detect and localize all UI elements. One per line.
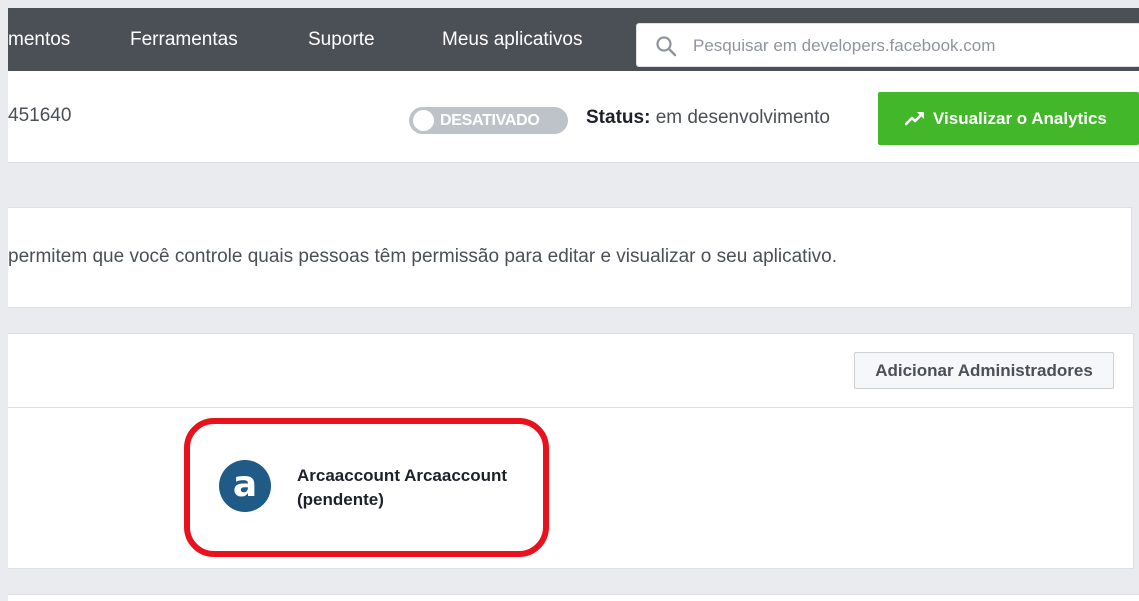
administrators-card-header: Adicionar Administradores bbox=[8, 334, 1133, 408]
add-administrators-button[interactable]: Adicionar Administradores bbox=[854, 352, 1114, 389]
app-status: Status: em desenvolvimento bbox=[586, 107, 830, 129]
nav-item-suporte[interactable]: Suporte bbox=[308, 8, 375, 71]
search-icon bbox=[656, 36, 677, 57]
view-analytics-button[interactable]: Visualizar o Analytics bbox=[878, 92, 1139, 145]
top-nav: mentos Ferramentas Suporte Meus aplicati… bbox=[8, 8, 1139, 71]
app-id: 451640 bbox=[8, 105, 72, 126]
member-status: (pendente) bbox=[297, 490, 384, 509]
view-analytics-label: Visualizar o Analytics bbox=[933, 109, 1107, 128]
app-header: 451640 DESATIVADO Status: em desenvolvim… bbox=[8, 71, 1139, 163]
avatar[interactable]: a bbox=[219, 460, 271, 512]
toggle-label: DESATIVADO bbox=[440, 112, 540, 129]
search-box[interactable] bbox=[636, 23, 1139, 68]
search-input[interactable] bbox=[691, 24, 1135, 68]
app-mode-toggle[interactable]: DESATIVADO bbox=[409, 107, 568, 134]
nav-item-documentos[interactable]: mentos bbox=[8, 8, 70, 71]
administrators-card: Adicionar Administradores a Arcaaccount … bbox=[8, 333, 1134, 569]
status-value: em desenvolvimento bbox=[655, 107, 830, 128]
status-label: Status: bbox=[586, 107, 651, 128]
toggle-knob bbox=[413, 110, 434, 131]
member-entry[interactable]: Arcaaccount Arcaaccount (pendente) bbox=[297, 464, 507, 512]
roles-description: permitem que você controle quais pessoas… bbox=[8, 246, 838, 267]
roles-description-card: permitem que você controle quais pessoas… bbox=[8, 207, 1132, 308]
trending-up-icon bbox=[905, 112, 924, 126]
nav-item-ferramentas[interactable]: Ferramentas bbox=[130, 8, 238, 71]
member-name: Arcaaccount Arcaaccount bbox=[297, 466, 508, 485]
nav-item-meus-aplicativos[interactable]: Meus aplicativos bbox=[442, 8, 582, 71]
